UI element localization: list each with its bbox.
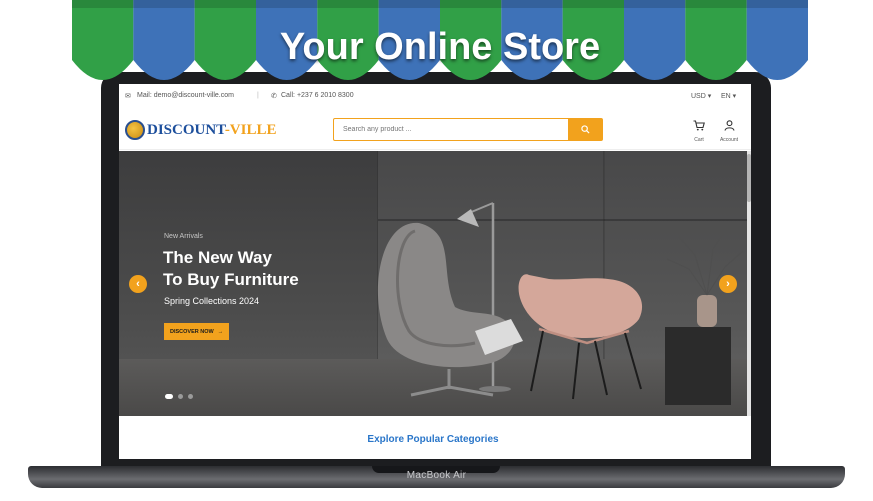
logo-emblem-icon <box>125 120 145 140</box>
account-button[interactable]: Account <box>715 118 743 143</box>
store-title: Your Online Store <box>279 26 601 68</box>
logo-text: DISCOUNT-VILLE <box>147 121 277 138</box>
search-button[interactable] <box>568 119 602 140</box>
hero-heading: The New Way To Buy Furniture <box>163 247 299 291</box>
slider-dot[interactable] <box>178 394 183 399</box>
search-input[interactable] <box>334 119 568 140</box>
account-label: Account <box>719 137 739 143</box>
page-scrollbar-thumb[interactable] <box>747 154 751 202</box>
discover-now-button[interactable]: DISCOVER NOW → <box>164 323 230 340</box>
hero-heading-line: To Buy Furniture <box>163 270 299 289</box>
search-icon <box>580 125 590 134</box>
site-header: DISCOUNT-VILLE Cart Account <box>119 106 751 150</box>
hero-slider: New Arrivals The New Way To Buy Furnitur… <box>119 151 747 416</box>
cart-icon <box>693 120 705 131</box>
user-icon <box>723 120 735 131</box>
cart-button[interactable]: Cart <box>685 118 713 143</box>
hero-heading-line: The New Way <box>163 248 272 267</box>
slider-dot[interactable] <box>165 394 173 399</box>
discover-now-label: DISCOVER NOW <box>170 328 214 335</box>
slider-next-button[interactable]: › <box>719 275 737 293</box>
cart-label: Cart <box>694 137 704 143</box>
slider-dot[interactable] <box>188 394 193 399</box>
search-bar <box>333 118 603 141</box>
slider-prev-button[interactable]: ‹ <box>129 275 147 293</box>
categories-heading: Explore Popular Categories <box>367 434 499 445</box>
arrow-right-icon: → <box>217 328 224 335</box>
chevron-right-icon: › <box>726 278 730 290</box>
browser-screen: ✉ Mail: demo@discount-ville.com | ✆ Call… <box>119 84 751 459</box>
hero-subtitle: Spring Collections 2024 <box>164 296 260 306</box>
hero-eyebrow: New Arrivals <box>164 233 203 240</box>
device-label: MacBook Air <box>406 470 467 481</box>
slider-dots <box>165 394 193 399</box>
chevron-left-icon: ‹ <box>136 278 140 290</box>
site-logo[interactable]: DISCOUNT-VILLE <box>125 120 277 140</box>
awning-shade <box>72 0 808 8</box>
